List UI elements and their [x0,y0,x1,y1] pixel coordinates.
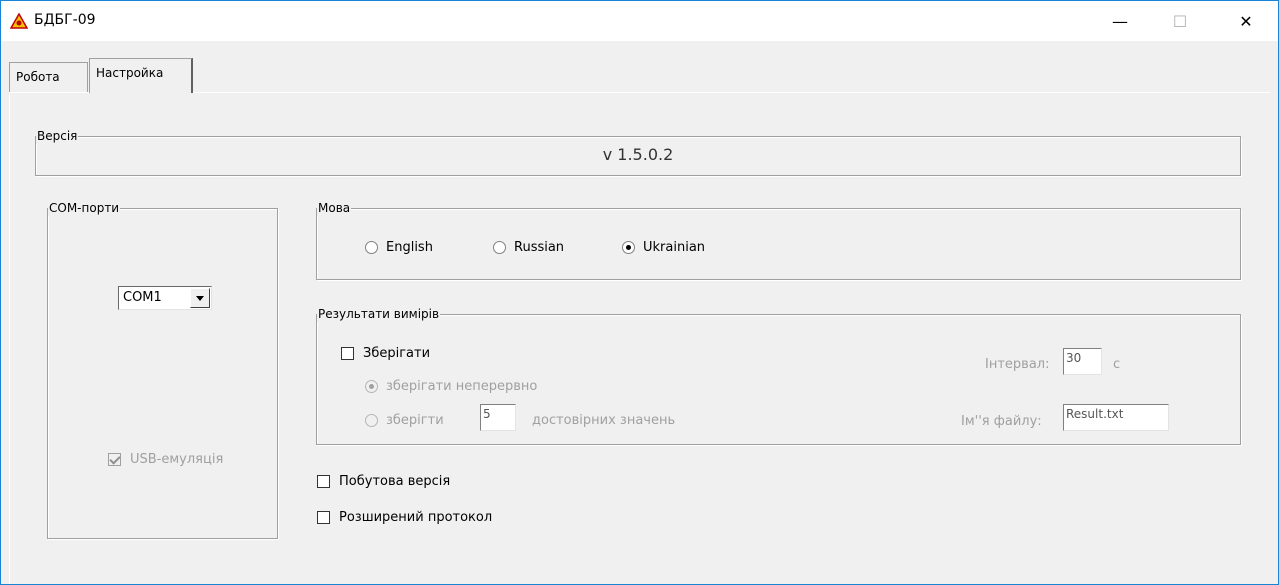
store-count-value: 5 [483,407,491,421]
settings-tab-page: Версія v 1.5.0.2 COM-порти COM1 USB-емул… [9,92,1270,584]
save-results-label: Зберігати [363,346,431,361]
checkbox-icon [108,453,121,466]
radio-icon [365,414,378,427]
radio-ukrainian[interactable]: Ukrainian [622,240,705,255]
radio-save-count[interactable]: зберігти [365,413,444,428]
interval-unit: с [1113,357,1121,372]
checkbox-icon [341,347,354,360]
interval-field[interactable]: 30 [1063,348,1102,375]
version-group-label: Версія [36,128,79,144]
radio-icon [622,241,635,254]
com-port-select[interactable]: COM1 [118,286,212,310]
household-version-label: Побутова версія [339,474,451,489]
radio-english[interactable]: English [365,240,433,255]
interval-value: 30 [1066,351,1082,365]
radio-save-continuous-label: зберігати неперервно [386,379,538,394]
store-count-field[interactable]: 5 [480,404,516,431]
radio-ukrainian-label: Ukrainian [643,240,706,255]
minimize-button[interactable]: — [1097,1,1143,41]
extended-protocol-checkbox[interactable]: Розширений протокол [317,510,492,525]
language-group: Мова English Russian Ukrainian [316,200,1241,280]
radio-russian-label: Russian [514,240,565,255]
version-group: Версія v 1.5.0.2 [35,128,1241,176]
filename-label: Ім''я файлу: [961,414,1042,429]
minimize-icon: — [1112,11,1128,31]
radio-save-count-label: зберігти [386,413,444,428]
filename-value: Result.txt [1066,407,1124,421]
filename-field[interactable]: Result.txt [1063,404,1169,431]
maximize-icon: ☐ [1172,11,1188,31]
com-port-value: COM1 [123,290,162,305]
radio-russian[interactable]: Russian [493,240,564,255]
results-group-label: Результати вимірів [317,306,441,322]
com-ports-group: COM-порти COM1 USB-емуляція [47,200,278,539]
tab-robota-label: Робота [16,70,60,84]
tab-nastroika-label: Настройка [96,66,164,80]
window-title: БДБГ-09 [34,12,96,28]
radio-english-label: English [386,240,433,255]
maximize-button[interactable]: ☐ [1157,1,1203,41]
store-count-suffix: достовірних значень [532,413,676,428]
tab-robota[interactable]: Робота [9,62,88,92]
close-icon: ✕ [1239,11,1253,31]
usb-emulation-checkbox[interactable]: USB-емуляція [108,452,223,467]
radio-save-continuous[interactable]: зберігати неперервно [365,379,537,394]
close-button[interactable]: ✕ [1223,1,1269,41]
language-group-label: Мова [317,200,352,216]
radio-icon [365,380,378,393]
tab-nastroika[interactable]: Настройка [89,58,193,93]
household-version-checkbox[interactable]: Побутова версія [317,474,450,489]
chevron-down-icon[interactable] [190,288,210,308]
radio-icon [493,241,506,254]
version-value: v 1.5.0.2 [602,145,674,164]
com-ports-group-label: COM-порти [48,200,121,216]
warning-logo-icon [10,13,28,29]
save-results-checkbox[interactable]: Зберігати [341,346,430,361]
interval-label: Інтервал: [985,357,1050,372]
checkbox-icon [317,475,330,488]
title-bar[interactable]: БДБГ-09 — ☐ ✕ [1,1,1278,41]
app-window: БДБГ-09 — ☐ ✕ Робота Настройка Версія v … [0,0,1279,585]
client-area: Робота Настройка Версія v 1.5.0.2 COM-по… [1,41,1278,584]
checkbox-icon [317,511,330,524]
results-group: Результати вимірів Зберігати зберігати н… [316,306,1241,445]
radio-icon [365,241,378,254]
usb-emulation-label: USB-емуляція [130,452,224,467]
extended-protocol-label: Розширений протокол [339,510,493,525]
